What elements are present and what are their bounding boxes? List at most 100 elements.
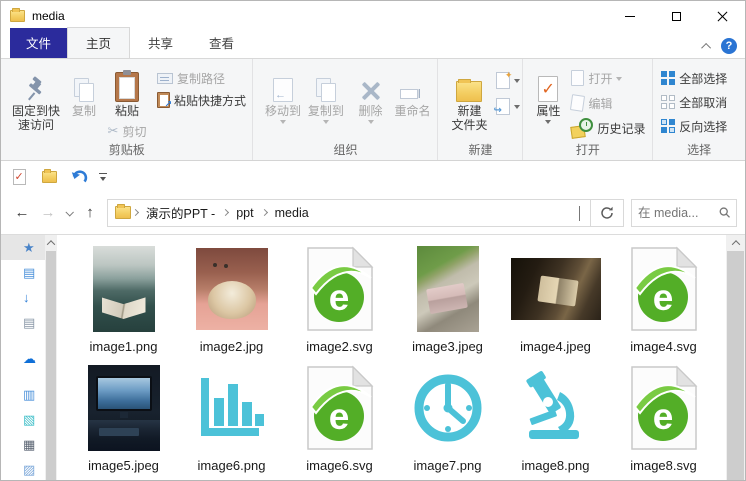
scrollbar-thumb[interactable] <box>46 251 56 480</box>
tab-view[interactable]: 查看 <box>191 28 252 58</box>
browser-e-logo-icon <box>630 247 697 331</box>
search-box[interactable] <box>631 198 737 227</box>
tab-share[interactable]: 共享 <box>130 28 191 58</box>
nav-item-objects[interactable]: ▧ <box>1 407 45 432</box>
easy-access-button[interactable]: ↪ <box>493 96 521 116</box>
file-name: image4.svg <box>630 339 697 354</box>
refresh-icon <box>601 206 613 219</box>
file-item[interactable]: image3.jpeg <box>397 241 498 360</box>
nav-item-documents[interactable]: ▤ <box>1 310 45 335</box>
file-item[interactable]: image2.svg <box>289 241 390 360</box>
nav-pane-scrollbar[interactable] <box>45 235 57 480</box>
properties-dropdown-icon <box>545 120 552 124</box>
ribbon-group-organize: ← 移动到 复制到 删除 I 重命名 组织 <box>253 59 439 160</box>
copy-icon <box>74 66 94 104</box>
file-thumbnail <box>624 360 704 456</box>
breadcrumb-item-media[interactable]: media <box>269 206 315 220</box>
new-folder-icon <box>41 168 57 183</box>
minimize-button[interactable] <box>607 1 653 31</box>
file-item[interactable]: image6.png <box>181 360 282 479</box>
file-thumbnail <box>416 241 479 337</box>
address-bar[interactable]: 演示的PPT - ppt media <box>107 198 591 227</box>
help-button[interactable]: ? <box>721 38 737 54</box>
pin-icon <box>24 66 48 104</box>
open-button[interactable]: 打开 <box>571 68 645 88</box>
quick-access-star-icon: ★ <box>23 239 35 255</box>
breadcrumb-item-root[interactable]: 演示的PPT - <box>140 203 221 222</box>
ribbon-group-select: 全部选择 全部取消 反向选择 选择 <box>653 59 745 160</box>
scrollbar-thumb[interactable] <box>727 251 744 480</box>
file-item[interactable]: image1.png <box>73 241 174 360</box>
file-name: image2.svg <box>306 339 373 354</box>
nav-item-quick-access[interactable]: ★ <box>1 235 45 260</box>
copy-label: 复制 <box>71 104 96 118</box>
edit-button[interactable]: 编辑 <box>570 93 645 113</box>
paste-button[interactable]: 粘贴 <box>114 62 139 118</box>
forward-button[interactable]: → <box>35 200 61 226</box>
browser-e-logo-icon <box>306 247 373 331</box>
refresh-button[interactable] <box>591 198 624 227</box>
back-button[interactable]: ← <box>9 200 35 226</box>
nav-item-this-pc[interactable]: ▥ <box>1 382 45 407</box>
customize-toolbar-button[interactable] <box>99 172 107 181</box>
file-item[interactable]: image7.png <box>397 360 498 479</box>
customize-toolbar-icon <box>99 172 107 174</box>
collapse-ribbon-icon[interactable] <box>701 42 712 53</box>
cut-button[interactable]: ✂ 剪切 <box>108 121 147 141</box>
new-folder-label: 新建 文件夹 <box>451 104 488 132</box>
close-icon <box>717 11 728 21</box>
file-item[interactable]: image2.jpg <box>181 241 282 360</box>
organize-group-label: 组织 <box>333 143 358 157</box>
nav-item-pictures[interactable]: ▨ <box>1 457 45 480</box>
properties-icon: ✓ <box>538 66 559 104</box>
select-none-label: 全部取消 <box>679 95 728 110</box>
copy-path-button[interactable]: 复制路径 <box>157 68 246 88</box>
invert-selection-button[interactable]: 反向选择 <box>661 114 745 138</box>
copy-path-icon <box>157 72 173 84</box>
file-item[interactable]: image4.jpeg <box>505 241 606 360</box>
breadcrumb-separator-icon <box>222 208 230 217</box>
select-all-icon <box>661 71 676 85</box>
up-button[interactable]: ↑ <box>77 200 103 226</box>
window-title: media <box>32 9 65 23</box>
maximize-button[interactable] <box>653 1 699 31</box>
nav-item-onedrive[interactable]: ☁ <box>1 346 45 371</box>
qat-undo-button[interactable] <box>69 167 89 187</box>
search-input[interactable] <box>638 205 719 220</box>
nav-item-videos[interactable]: ▦ <box>1 432 45 457</box>
easy-access-icon: ↪ <box>493 97 511 116</box>
rename-label: 重命名 <box>394 104 431 118</box>
history-button[interactable]: 历史记录 <box>570 118 645 139</box>
open-icon <box>571 70 585 86</box>
new-item-button[interactable]: ✦ <box>496 70 521 90</box>
file-item[interactable]: image5.jpeg <box>73 360 174 479</box>
address-dropdown-button[interactable] <box>573 205 586 221</box>
ribbon-group-new: 新建 文件夹 ✦ ↪ 新建 <box>438 59 524 160</box>
qat-new-folder-button[interactable] <box>39 167 59 187</box>
close-button[interactable] <box>699 1 745 31</box>
invert-selection-icon <box>661 119 676 133</box>
nav-item-downloads[interactable]: ↓ <box>1 285 45 310</box>
open-label: 打开 <box>588 71 613 86</box>
qat-properties-button[interactable]: ✓ <box>9 167 29 187</box>
file-name: image8.png <box>521 458 590 473</box>
file-item[interactable]: image6.svg <box>289 360 390 479</box>
file-thumbnail <box>195 241 268 337</box>
file-item[interactable]: image8.png <box>505 360 606 479</box>
file-item[interactable]: image4.svg <box>613 241 714 360</box>
browser-e-logo-icon <box>630 366 697 450</box>
breadcrumb-item-ppt[interactable]: ppt <box>230 206 259 220</box>
nav-item-desktop[interactable]: ▤ <box>1 260 45 285</box>
file-item[interactable]: image8.svg <box>613 360 714 479</box>
select-all-button[interactable]: 全部选择 <box>661 66 745 90</box>
scroll-up-icon[interactable] <box>726 235 745 250</box>
recent-locations-button[interactable] <box>61 200 77 226</box>
tab-home[interactable]: 主页 <box>67 27 131 58</box>
file-name: image1.png <box>89 339 158 354</box>
tab-file[interactable]: 文件 <box>10 28 68 58</box>
file-name: image6.png <box>197 458 266 473</box>
main-scrollbar[interactable] <box>726 235 745 480</box>
paste-shortcut-button[interactable]: ↗ 粘贴快捷方式 <box>157 90 246 110</box>
scroll-up-icon[interactable] <box>45 235 57 250</box>
select-none-button[interactable]: 全部取消 <box>661 90 745 114</box>
